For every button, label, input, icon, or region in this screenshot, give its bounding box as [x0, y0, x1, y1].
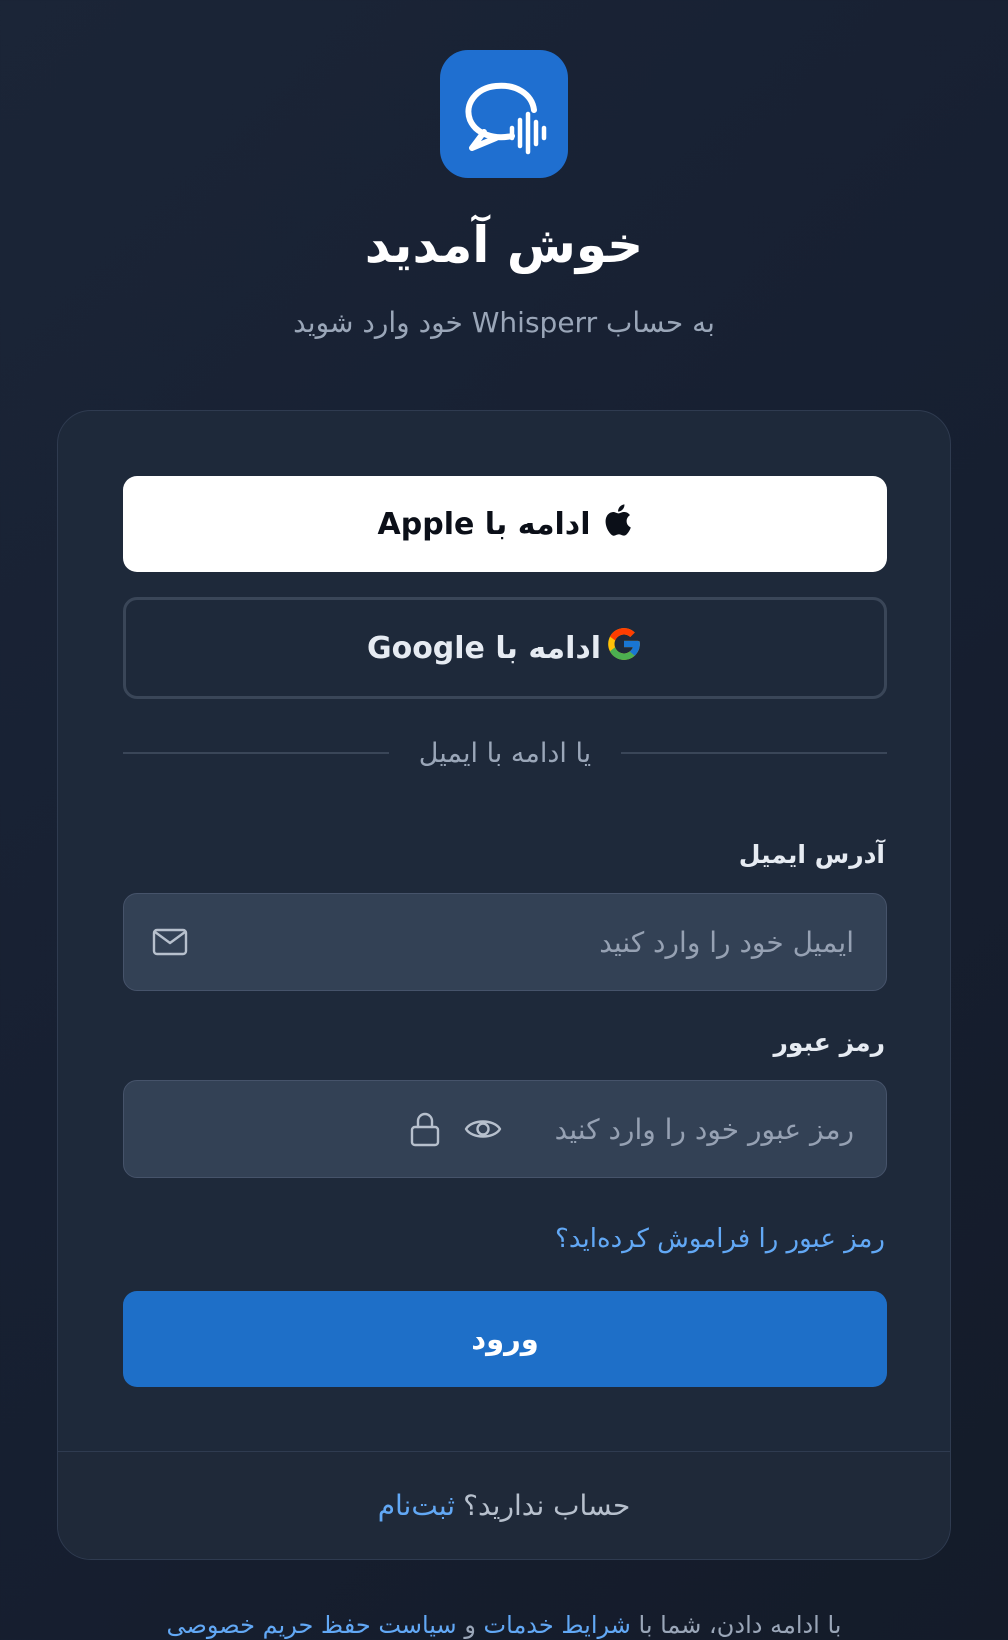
signup-link[interactable]: ثبت‌نام: [378, 1489, 455, 1522]
signup-footer: حساب ندارید؟ ثبت‌نام: [58, 1451, 950, 1559]
google-icon: [605, 625, 643, 671]
page-title: خوش آمدید: [364, 216, 644, 274]
login-button[interactable]: ورود: [123, 1291, 887, 1387]
page-subtitle: به حساب Whisperr خود وارد شوید: [293, 306, 715, 339]
terms-prefix: با ادامه دادن، شما با: [638, 1611, 842, 1639]
divider-line: [621, 752, 887, 754]
privacy-policy-link[interactable]: سیاست حفظ حریم خصوصی: [167, 1611, 457, 1639]
divider-line: [122, 752, 389, 754]
or-divider: یا ادامه با ایمیل: [122, 729, 887, 777]
google-button-label: ادامه با Google: [366, 630, 602, 666]
password-field-container: [123, 1080, 887, 1178]
email-label: آدرس ایمیل: [738, 840, 885, 869]
terms-and: و: [464, 1611, 476, 1639]
show-password-eye-icon[interactable]: [461, 1107, 505, 1151]
terms-of-service-link[interactable]: شرایط خدمات: [484, 1611, 631, 1639]
chat-bubble-soundwave-icon: [465, 82, 547, 155]
app-logo: [440, 50, 568, 178]
continue-with-apple-button[interactable]: ادامه با Apple: [123, 476, 887, 572]
password-input[interactable]: [505, 1112, 854, 1146]
continue-with-google-button[interactable]: ادامه با Google: [123, 597, 887, 699]
lock-icon: [403, 1107, 447, 1151]
email-field-container: [123, 893, 887, 991]
login-card: ادامه با Apple ادامه با Google یا ادامه …: [57, 410, 951, 1560]
apple-icon: [602, 503, 632, 545]
terms-notice: با ادامه دادن، شما با شرایط خدمات و سیاس…: [0, 1605, 1008, 1640]
password-label: رمز عبور: [773, 1028, 885, 1057]
no-account-text: حساب ندارید؟: [463, 1489, 631, 1522]
mail-icon: [148, 920, 192, 964]
divider-text: یا ادامه با ایمیل: [418, 737, 592, 769]
apple-button-label: ادامه با Apple: [377, 506, 591, 542]
forgot-password-link[interactable]: رمز عبور را فراموش کرده‌اید؟: [555, 1217, 885, 1261]
email-input[interactable]: [192, 925, 854, 959]
